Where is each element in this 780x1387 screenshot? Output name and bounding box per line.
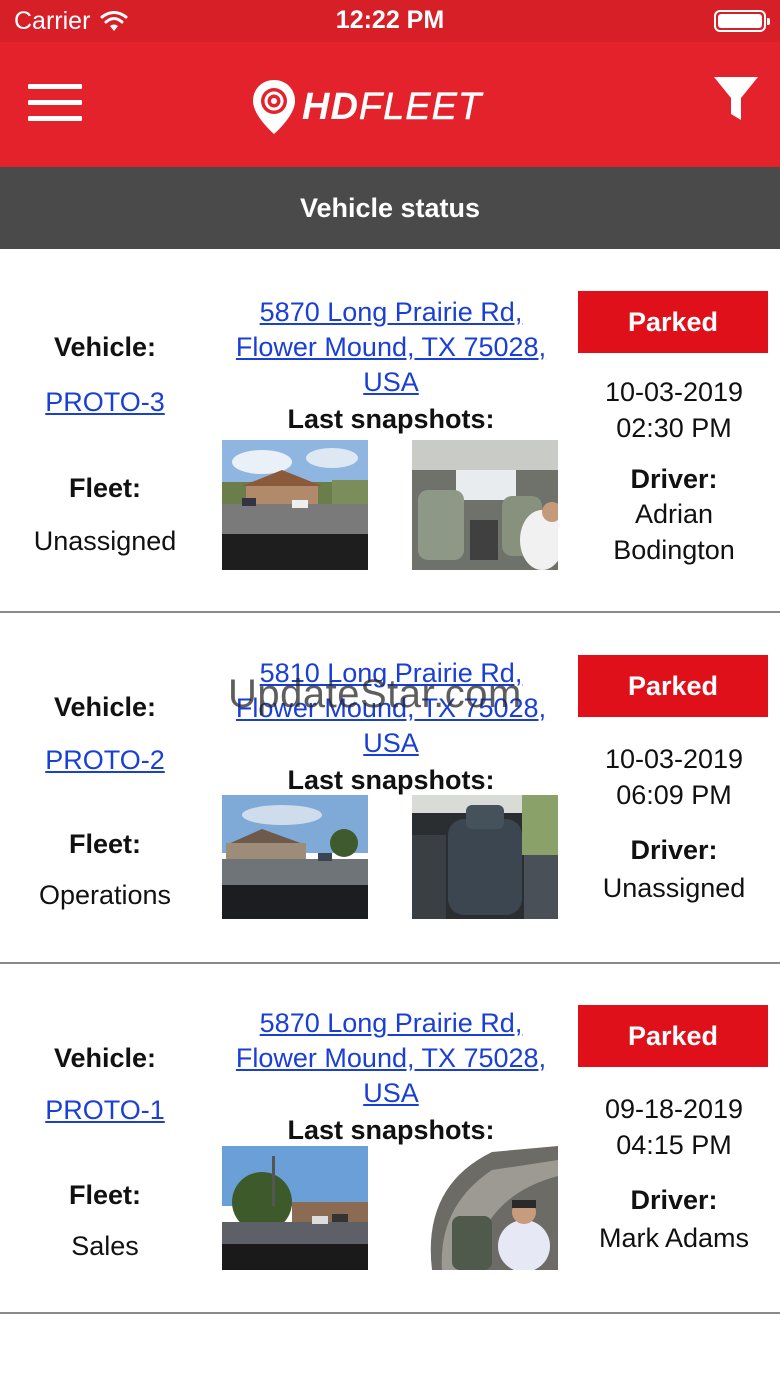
address-link[interactable]: 5870 Long Prairie Rd, Flower Mound, TX 7…	[210, 295, 572, 400]
clock: 12:22 PM	[335, 6, 445, 34]
snapshot-cabin-camera[interactable]	[412, 795, 558, 919]
status-badge: Parked	[578, 291, 768, 353]
vehicle-card[interactable]: Vehicle: PROTO-3 Fleet: Unassigned 5870 …	[0, 250, 780, 613]
last-seen-datetime: 09-18-2019 04:15 PM	[604, 1094, 744, 1160]
fleet-label: Fleet:	[68, 829, 141, 859]
vehicle-label: Vehicle:	[53, 332, 157, 362]
menu-icon	[28, 84, 82, 89]
snapshot-cabin-camera[interactable]	[412, 440, 558, 570]
fleet-label: Fleet:	[68, 473, 141, 503]
page-title: Vehicle status	[299, 192, 481, 223]
vehicle-label: Vehicle:	[53, 692, 157, 722]
snapshot-road-camera[interactable]	[222, 1146, 368, 1270]
vehicle-link[interactable]: PROTO-1	[45, 1095, 165, 1126]
last-snapshots-label: Last snapshots:	[287, 404, 495, 434]
driver-label: Driver:	[630, 464, 718, 494]
snapshot-cabin-camera[interactable]	[412, 1146, 558, 1270]
driver-value: Unassigned	[602, 873, 746, 903]
address-link[interactable]: 5810 Long Prairie Rd, Flower Mound, TX 7…	[210, 656, 572, 761]
logo-wordmark: HDFLEET	[302, 86, 483, 128]
fleet-value: Sales	[71, 1231, 139, 1261]
last-snapshots-label: Last snapshots:	[287, 765, 495, 795]
status-badge: Parked	[578, 655, 768, 717]
last-seen-datetime: 10-03-2019 06:09 PM	[604, 744, 744, 810]
last-seen-datetime: 10-03-2019 02:30 PM	[604, 377, 744, 443]
location-pin-icon	[253, 80, 295, 134]
snapshot-road-camera[interactable]	[222, 440, 368, 570]
fleet-value: Operations	[38, 880, 172, 910]
fleet-value: Unassigned	[33, 526, 177, 556]
vehicle-link[interactable]: PROTO-2	[45, 745, 165, 776]
section-title-bar: Vehicle status	[0, 167, 780, 249]
status-bar: Carrier 12:22 PM	[0, 0, 780, 42]
driver-value: Adrian Bodington	[613, 499, 735, 565]
app-logo: HDFLEET	[250, 77, 530, 137]
battery-icon	[714, 10, 770, 32]
address-link[interactable]: 5870 Long Prairie Rd, Flower Mound, TX 7…	[210, 1006, 572, 1111]
nav-bar: HDFLEET	[0, 42, 780, 167]
vehicle-link[interactable]: PROTO-3	[45, 387, 165, 418]
driver-label: Driver:	[630, 1185, 718, 1215]
vehicle-label: Vehicle:	[53, 1043, 157, 1073]
status-badge: Parked	[578, 1005, 768, 1067]
last-snapshots-label: Last snapshots:	[287, 1115, 495, 1145]
driver-label: Driver:	[630, 835, 718, 865]
menu-button[interactable]	[28, 84, 82, 122]
driver-value: Mark Adams	[598, 1223, 750, 1253]
snapshot-road-camera[interactable]	[222, 795, 368, 919]
filter-icon[interactable]	[712, 74, 760, 126]
fleet-label: Fleet:	[68, 1180, 141, 1210]
vehicle-card[interactable]: Vehicle: PROTO-2 Fleet: Operations 5810 …	[0, 613, 780, 964]
vehicle-card[interactable]: Vehicle: PROTO-1 Fleet: Sales 5870 Long …	[0, 964, 780, 1314]
